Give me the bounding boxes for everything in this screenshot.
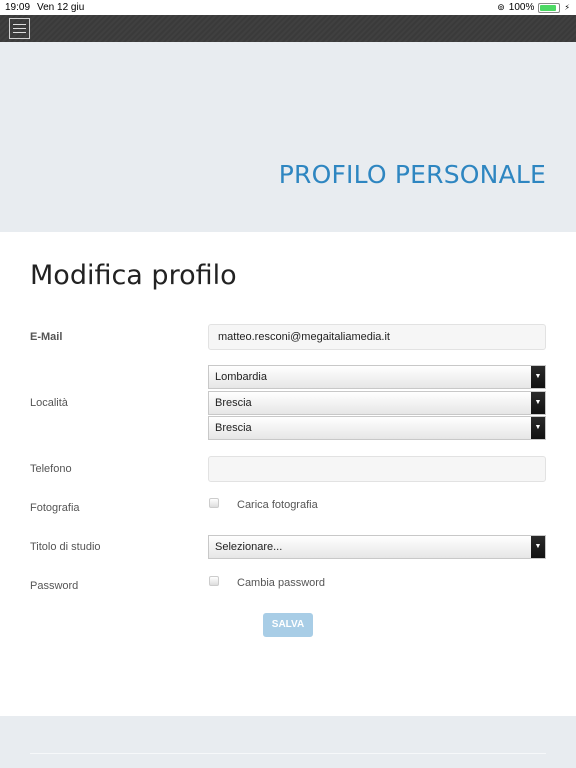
- hamburger-menu-icon[interactable]: [9, 18, 30, 39]
- province-select[interactable]: Brescia ▼: [208, 391, 546, 415]
- chevron-down-icon: ▼: [531, 536, 545, 558]
- status-date: Ven 12 giu: [37, 2, 85, 13]
- charging-icon: ⚡: [564, 3, 570, 12]
- password-checkbox-label[interactable]: Cambia password: [237, 577, 325, 589]
- phone-field[interactable]: [208, 456, 546, 482]
- photo-label: Fotografia: [30, 502, 80, 514]
- status-bar: 19:09 Ven 12 giu ⊚ 100% ⚡: [0, 0, 576, 15]
- region-select[interactable]: Lombardia ▼: [208, 365, 546, 389]
- status-time: 19:09: [5, 2, 31, 13]
- password-checkbox[interactable]: [209, 576, 219, 586]
- education-value: Selezionare...: [215, 541, 283, 553]
- password-label: Password: [30, 580, 79, 592]
- save-button[interactable]: SALVA: [263, 613, 313, 637]
- hero-banner: PROFILO PERSONALE: [0, 42, 576, 232]
- chevron-down-icon: ▼: [531, 417, 545, 439]
- region-value: Lombardia: [215, 371, 267, 383]
- hero-title: PROFILO PERSONALE: [278, 160, 546, 189]
- education-label: Titolo di studio: [30, 541, 101, 553]
- email-label: E-Mail: [30, 331, 63, 343]
- top-nav-bar: [0, 15, 576, 42]
- page-title: Modifica profilo: [30, 260, 237, 291]
- photo-checkbox[interactable]: [209, 498, 219, 508]
- province-value: Brescia: [215, 397, 252, 409]
- status-right: ⊚ 100% ⚡: [497, 2, 570, 13]
- orientation-lock-icon: ⊚: [497, 2, 505, 12]
- chevron-down-icon: ▼: [531, 392, 545, 414]
- battery-fill: [540, 4, 557, 11]
- footer-divider: [30, 753, 546, 754]
- footer: [0, 716, 576, 768]
- battery-percent: 100%: [508, 2, 535, 13]
- battery-icon: [538, 2, 561, 13]
- city-select[interactable]: Brescia ▼: [208, 416, 546, 440]
- phone-label: Telefono: [30, 463, 72, 475]
- chevron-down-icon: ▼: [531, 366, 545, 388]
- email-field[interactable]: matteo.resconi@megaitaliamedia.it: [208, 324, 546, 350]
- photo-checkbox-label[interactable]: Carica fotografia: [237, 499, 318, 511]
- education-select[interactable]: Selezionare... ▼: [208, 535, 546, 559]
- city-value: Brescia: [215, 422, 252, 434]
- location-label: Località: [30, 397, 68, 409]
